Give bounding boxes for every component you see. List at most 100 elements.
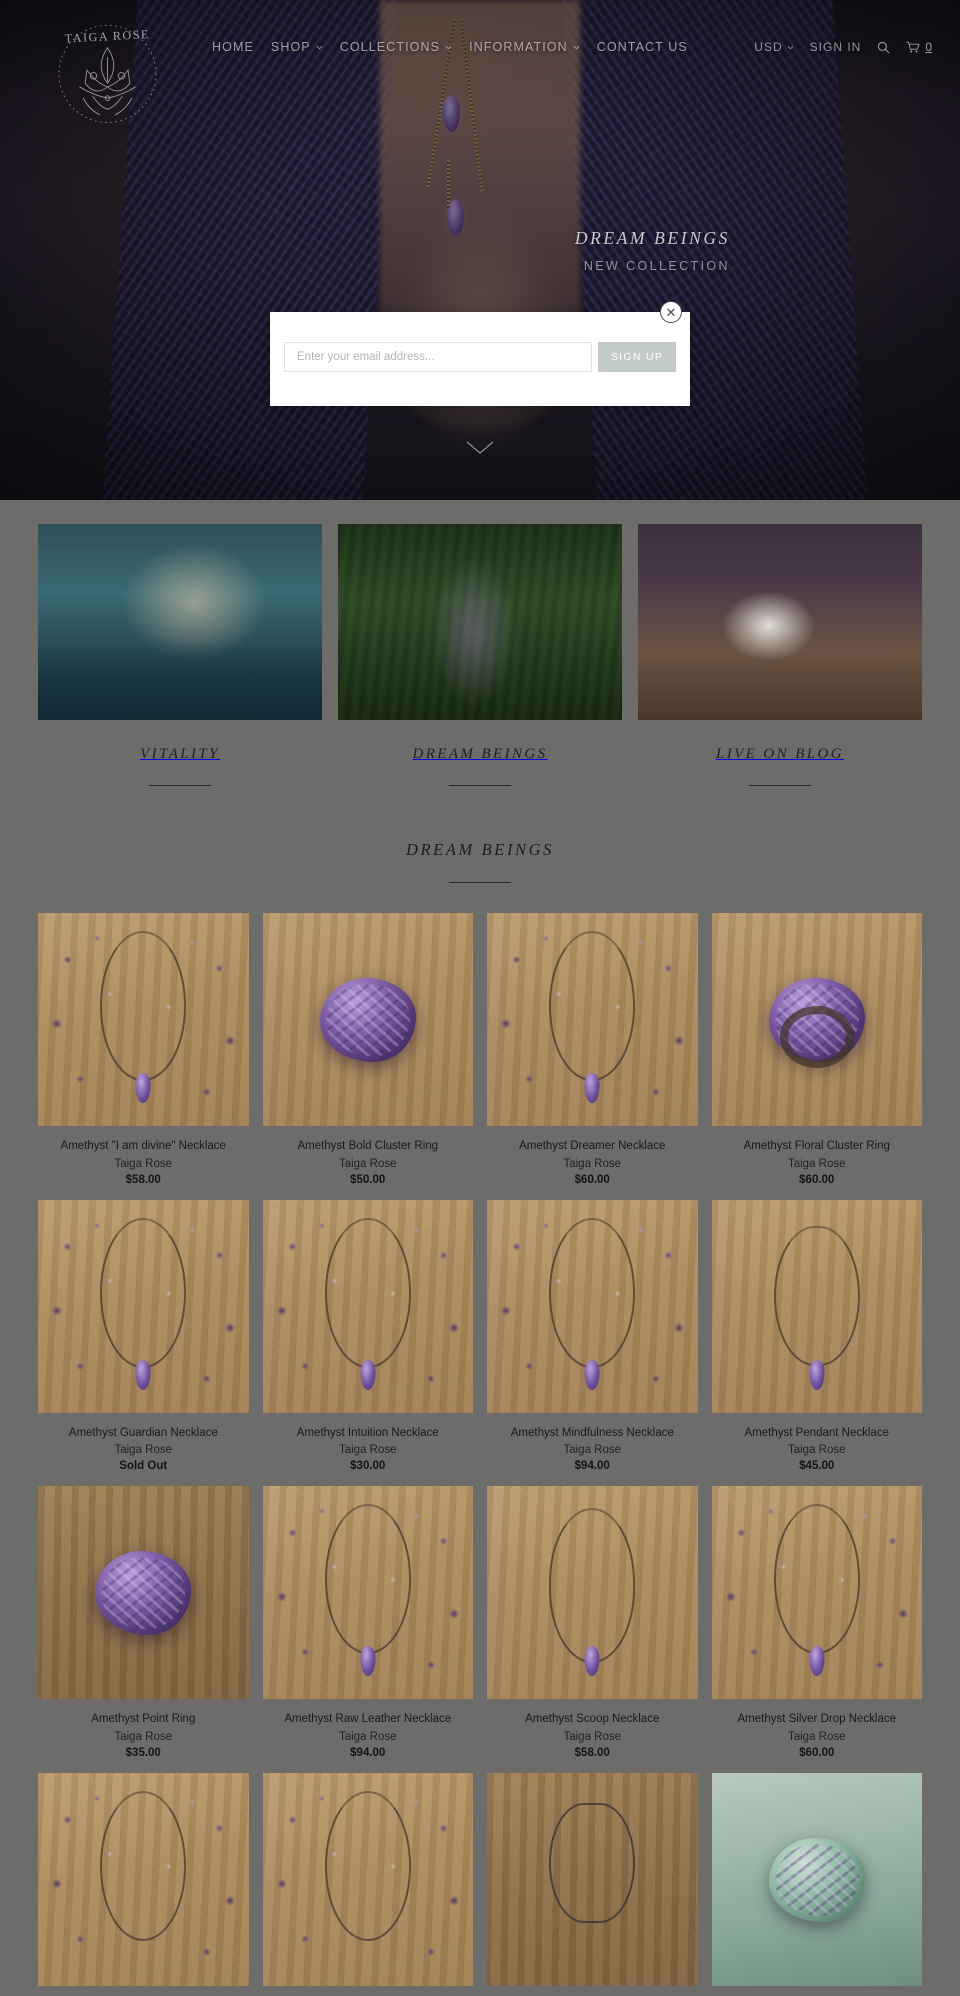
necklace-chain bbox=[324, 1791, 411, 1942]
divider bbox=[749, 785, 811, 786]
product-title: Amethyst Mindfulness Necklace bbox=[510, 1426, 674, 1439]
promo-tile-dream-beings[interactable]: DREAM BEINGS bbox=[338, 524, 622, 786]
nav-item-collections[interactable]: COLLECTIONS bbox=[340, 40, 452, 54]
promo-image bbox=[638, 524, 922, 720]
product-vendor: Taiga Rose bbox=[114, 1444, 173, 1457]
product-title: Amethyst Silver Drop Necklace bbox=[737, 1713, 897, 1726]
sign-in-label: SIGN IN bbox=[809, 40, 862, 54]
newsletter-popup: ✕ SIGN UP bbox=[270, 301, 690, 406]
ring-band bbox=[779, 1005, 854, 1068]
product-card[interactable]: Amethyst Dreamer Necklace Taiga Rose $60… bbox=[487, 913, 698, 1186]
product-image bbox=[487, 1773, 698, 1987]
necklace-chain bbox=[549, 931, 636, 1081]
nav-label: HOME bbox=[212, 40, 254, 54]
product-card[interactable]: Amethyst "I am divine" Necklace Taiga Ro… bbox=[38, 913, 249, 1186]
cart-button[interactable]: 0 bbox=[906, 40, 932, 54]
cart-count: 0 bbox=[925, 40, 932, 54]
nav-label: COLLECTIONS bbox=[339, 40, 441, 54]
product-vendor: Taiga Rose bbox=[338, 1731, 397, 1744]
promo-label: VITALITY bbox=[140, 746, 220, 762]
product-image bbox=[262, 1773, 473, 1987]
necklace-chain bbox=[324, 1217, 411, 1368]
svg-text:TAIGA ROSE: TAIGA ROSE bbox=[64, 27, 150, 45]
necklace-chain bbox=[324, 1504, 411, 1655]
promo-image bbox=[38, 524, 322, 720]
brand-logo[interactable]: TAIGA ROSE bbox=[50, 16, 165, 128]
product-title: Amethyst Raw Leather Necklace bbox=[284, 1713, 452, 1726]
product-title: Amethyst "I am divine" Necklace bbox=[60, 1140, 226, 1152]
product-card[interactable]: Amethyst Point Ring Taiga Rose $35.00 bbox=[38, 1486, 249, 1759]
product-vendor: Taiga Rose bbox=[787, 1157, 846, 1170]
product-title: Amethyst Scoop Necklace bbox=[525, 1713, 660, 1726]
necklace-pendant bbox=[584, 1646, 600, 1677]
promo-label: DREAM BEINGS bbox=[412, 746, 548, 762]
product-image bbox=[262, 1199, 473, 1413]
product-card[interactable]: Amethyst Scoop Necklace Taiga Rose $58.0… bbox=[487, 1486, 698, 1759]
product-grid: Amethyst "I am divine" Necklace Taiga Ro… bbox=[0, 883, 960, 1987]
product-title: Amethyst Floral Cluster Ring bbox=[743, 1140, 890, 1152]
product-price: $60.00 bbox=[799, 1747, 835, 1760]
product-title: Amethyst Dreamer Necklace bbox=[519, 1140, 666, 1152]
nav-item-shop[interactable]: SHOP bbox=[271, 40, 323, 54]
necklace-chain bbox=[773, 1504, 860, 1655]
product-card[interactable]: Amethyst Bold Cluster Ring Taiga Rose $5… bbox=[262, 913, 473, 1186]
product-title: Amethyst Guardian Necklace bbox=[68, 1426, 218, 1439]
amethyst-cluster bbox=[319, 977, 416, 1062]
product-card[interactable]: Amethyst Guardian Necklace Taiga Rose So… bbox=[38, 1199, 249, 1472]
chevron-down-icon[interactable] bbox=[465, 440, 495, 461]
product-card[interactable] bbox=[262, 1773, 473, 1987]
necklace-chain bbox=[549, 1803, 636, 1924]
nav-item-home[interactable]: HOME bbox=[212, 40, 254, 54]
sign-in-link[interactable]: SIGN IN bbox=[810, 40, 862, 54]
header-utilities: USD SIGN IN 0 bbox=[754, 40, 932, 54]
chevron-down-icon bbox=[573, 44, 580, 51]
product-image bbox=[262, 913, 473, 1126]
currency-label: USD bbox=[754, 40, 783, 54]
product-image bbox=[38, 1199, 249, 1413]
product-title: Amethyst Bold Cluster Ring bbox=[297, 1140, 439, 1152]
close-icon[interactable]: ✕ bbox=[660, 301, 682, 323]
currency-selector[interactable]: USD bbox=[754, 40, 794, 54]
product-vendor: Taiga Rose bbox=[114, 1731, 173, 1744]
necklace-chain bbox=[100, 1217, 187, 1368]
product-image bbox=[38, 1486, 249, 1700]
product-card[interactable]: Amethyst Floral Cluster Ring Taiga Rose … bbox=[711, 913, 922, 1186]
nav-label: SHOP bbox=[270, 40, 311, 54]
product-image bbox=[487, 913, 698, 1126]
necklace-chain bbox=[773, 1225, 860, 1366]
product-price: $60.00 bbox=[574, 1173, 610, 1186]
promo-image bbox=[338, 524, 622, 720]
product-card[interactable]: Amethyst Silver Drop Necklace Taiga Rose… bbox=[711, 1486, 922, 1760]
email-input[interactable] bbox=[284, 342, 592, 372]
product-card[interactable]: Amethyst Intuition Necklace Taiga Rose $… bbox=[262, 1199, 473, 1473]
product-card[interactable]: Amethyst Raw Leather Necklace Taiga Rose… bbox=[262, 1486, 473, 1759]
product-image bbox=[38, 1773, 249, 1987]
product-card[interactable] bbox=[38, 1773, 249, 1987]
product-price: $45.00 bbox=[799, 1460, 835, 1473]
search-icon[interactable] bbox=[877, 41, 890, 54]
product-card[interactable]: Amethyst Mindfulness Necklace Taiga Rose… bbox=[487, 1199, 698, 1472]
amethyst-cluster bbox=[95, 1550, 192, 1635]
product-price: $58.00 bbox=[125, 1173, 161, 1186]
promo-tile-vitality[interactable]: VITALITY bbox=[38, 524, 322, 786]
gemstone bbox=[768, 1837, 865, 1922]
divider bbox=[149, 785, 211, 786]
necklace-chain bbox=[549, 1217, 636, 1368]
product-vendor: Taiga Rose bbox=[338, 1157, 397, 1170]
product-price: $30.00 bbox=[350, 1460, 386, 1473]
section-header: DREAM BEINGS bbox=[0, 840, 960, 883]
section-title: DREAM BEINGS bbox=[405, 840, 555, 859]
product-card[interactable] bbox=[711, 1773, 922, 1987]
nav-label: CONTACT US bbox=[596, 40, 688, 54]
product-image bbox=[711, 1773, 922, 1987]
product-image bbox=[487, 1199, 698, 1413]
product-image bbox=[711, 1486, 922, 1700]
product-card[interactable] bbox=[487, 1773, 698, 1987]
promo-tile-live-on-blog[interactable]: LIVE ON BLOG bbox=[638, 524, 922, 786]
sign-up-button[interactable]: SIGN UP bbox=[598, 342, 676, 372]
nav-item-contact-us[interactable]: CONTACT US bbox=[597, 40, 688, 54]
product-title: Amethyst Point Ring bbox=[91, 1713, 196, 1726]
hero-caption: DREAM BEINGS NEW COLLECTION bbox=[575, 228, 730, 273]
nav-item-information[interactable]: INFORMATION bbox=[469, 40, 580, 54]
product-card[interactable]: Amethyst Pendant Necklace Taiga Rose $45… bbox=[711, 1199, 922, 1473]
